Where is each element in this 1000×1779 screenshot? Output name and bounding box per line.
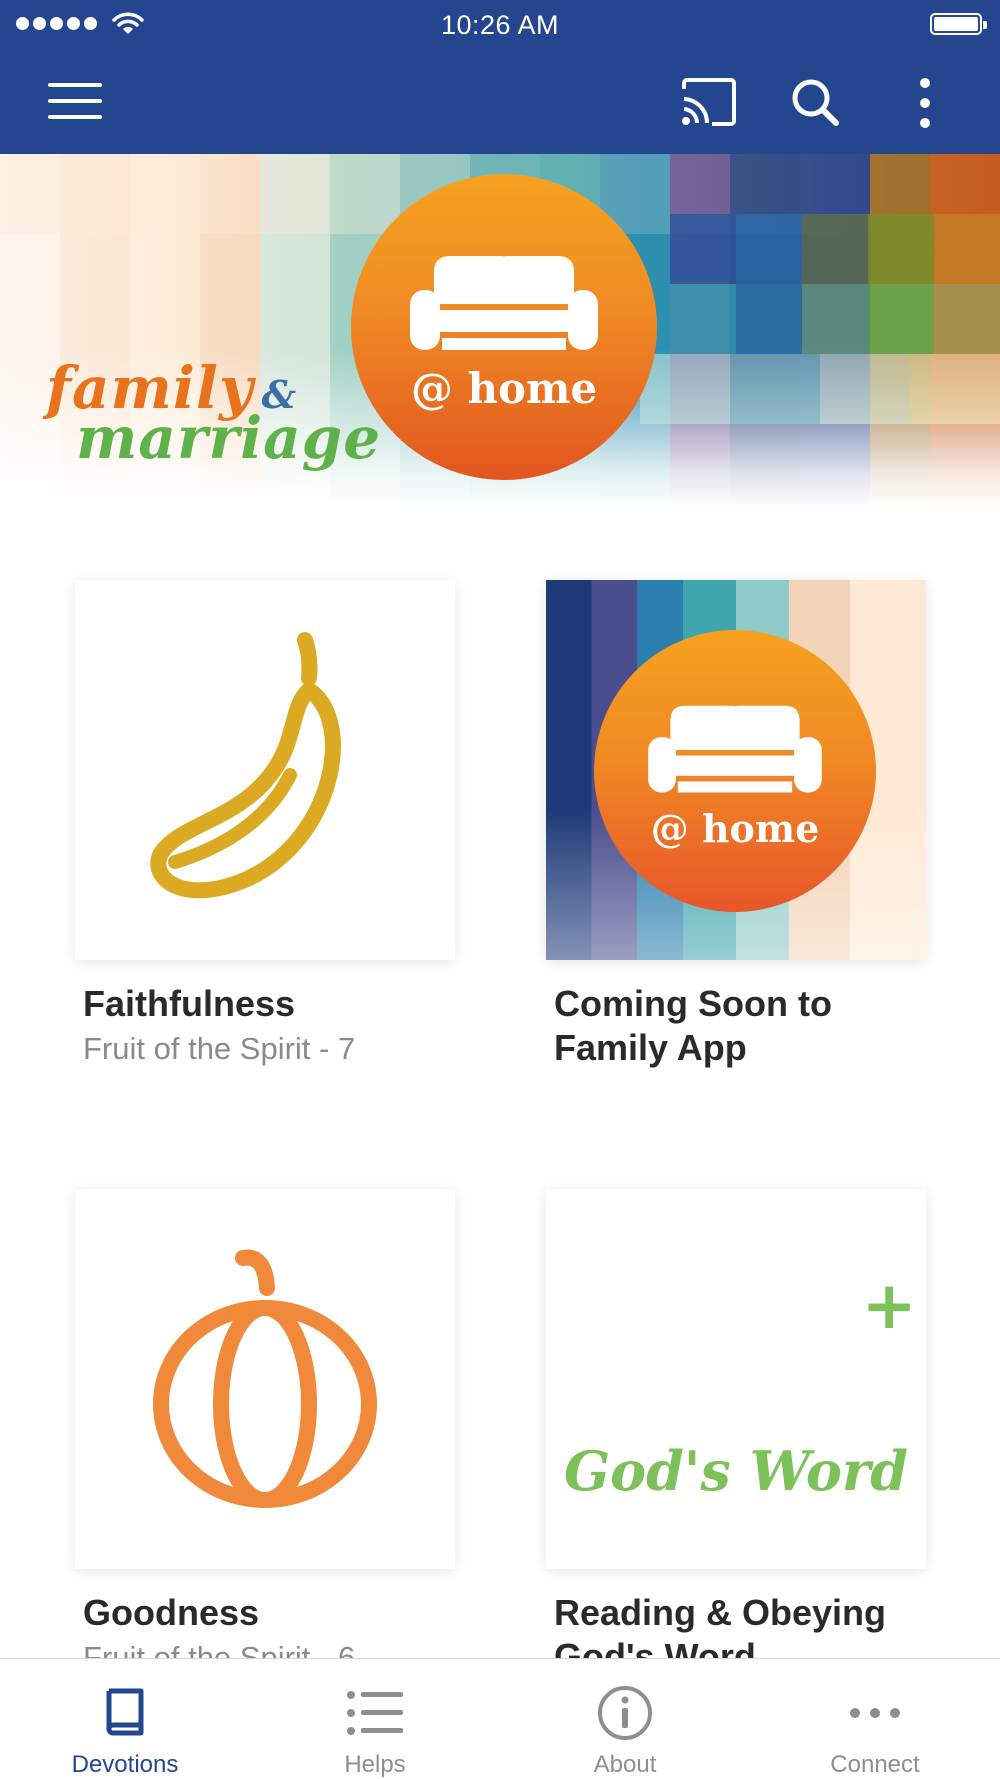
cover-line-obeying: Obeying <box>562 1339 911 1428</box>
list-icon <box>347 1691 403 1735</box>
at-home-text: @ home <box>410 364 598 413</box>
info-icon <box>598 1686 652 1740</box>
wordmark-marriage: marriage <box>76 404 382 472</box>
search-icon <box>792 79 839 126</box>
cast-icon <box>682 78 736 126</box>
at-home-badge: @ home <box>594 630 876 912</box>
cover-line-reading: Reading + <box>556 1267 917 1344</box>
devotion-title: Faithfulness <box>83 983 296 1024</box>
more-vert-icon <box>920 78 930 128</box>
nav-label: About <box>593 1751 657 1778</box>
devotion-card-coming-soon[interactable]: @ home Coming Soon to Family App <box>546 580 926 1070</box>
menu-icon <box>48 83 102 119</box>
menu-button[interactable] <box>48 81 102 121</box>
nav-label: Devotions <box>71 1751 179 1778</box>
status-bar: 10:26 AM <box>0 0 1000 50</box>
devotion-title: Coming Soon to Family App <box>554 983 832 1068</box>
bottom-navigation: Devotions Helps About Connect <box>0 1658 1000 1779</box>
nav-devotions[interactable]: Devotions <box>0 1659 250 1779</box>
devotion-card-reading-obeying[interactable]: Reading + Obeying God's Word Reading & Ob… <box>546 1189 926 1679</box>
nav-helps[interactable]: Helps <box>250 1659 500 1779</box>
family-marriage-logo: family & marriage <box>46 359 381 467</box>
nav-label: Helps <box>344 1751 406 1778</box>
status-time: 10:26 AM <box>440 10 560 40</box>
devotion-card-faithfulness[interactable]: Faithfulness Fruit of the Spirit - 7 <box>75 580 455 1067</box>
overflow-menu-button[interactable] <box>905 75 945 131</box>
cover-line-gods-word: God's Word <box>563 1439 909 1503</box>
book-icon <box>106 1688 144 1736</box>
devotion-thumbnail <box>75 1189 455 1569</box>
devotion-thumbnail: @ home <box>546 580 926 960</box>
devotion-subtitle: Fruit of the Spirit - 7 <box>83 1030 356 1066</box>
battery-icon <box>930 13 987 35</box>
sofa-icon <box>648 705 822 793</box>
at-home-text: @ home <box>650 806 820 851</box>
nav-label: Connect <box>830 1751 920 1778</box>
devotion-card-goodness[interactable]: Goodness Fruit of the Spirit - 6 <box>75 1189 455 1676</box>
cast-button[interactable] <box>680 77 738 127</box>
app-bar <box>0 50 1000 154</box>
banana-icon <box>150 632 341 899</box>
devotion-title: Goodness <box>83 1592 260 1633</box>
pumpkin-icon <box>153 1249 377 1508</box>
search-button[interactable] <box>790 77 840 127</box>
devotion-thumbnail: Reading + Obeying God's Word <box>546 1189 926 1569</box>
devotion-thumbnail <box>75 580 455 960</box>
plus-icon: + <box>861 1267 916 1344</box>
nav-about[interactable]: About <box>500 1659 750 1779</box>
at-home-badge: @ home <box>351 174 657 480</box>
more-horiz-icon <box>850 1708 900 1718</box>
nav-connect[interactable]: Connect <box>750 1659 1000 1779</box>
hero-banner[interactable]: family & marriage @ home <box>0 154 1000 508</box>
sofa-icon <box>410 256 598 350</box>
